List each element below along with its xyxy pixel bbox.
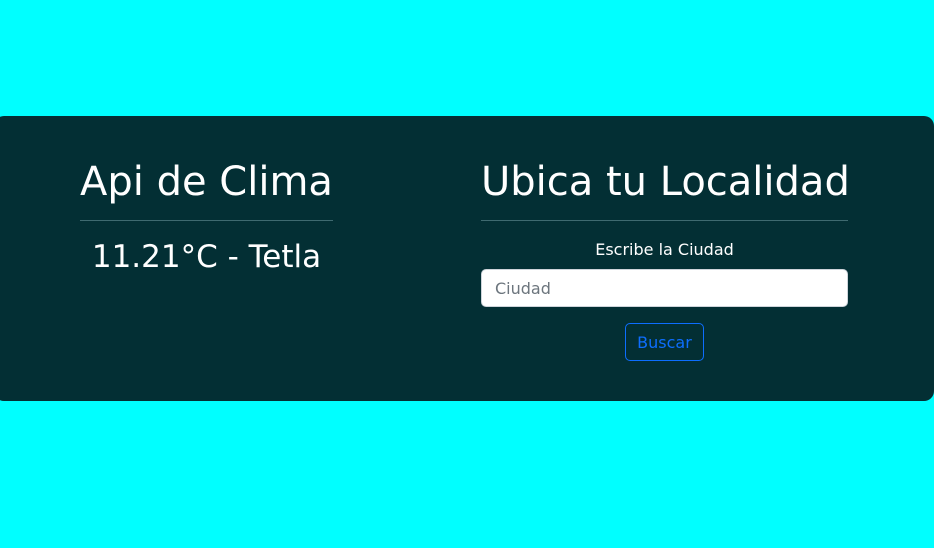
search-title: Ubica tu Localidad xyxy=(481,159,850,205)
weather-title: Api de Clima xyxy=(80,159,333,205)
search-button[interactable]: Buscar xyxy=(625,323,704,361)
search-divider xyxy=(481,220,848,221)
weather-card: Api de Clima 11.21°C - Tetla Ubica tu Lo… xyxy=(0,116,934,401)
city-input[interactable] xyxy=(481,269,848,307)
weather-panel: Api de Clima 11.21°C - Tetla xyxy=(80,156,333,275)
weather-result: 11.21°C - Tetla xyxy=(91,239,322,275)
search-panel: Ubica tu Localidad Escribe la Ciudad Bus… xyxy=(481,156,850,361)
city-label: Escribe la Ciudad xyxy=(595,240,734,259)
weather-divider xyxy=(80,220,333,221)
button-wrap: Buscar xyxy=(481,323,848,361)
